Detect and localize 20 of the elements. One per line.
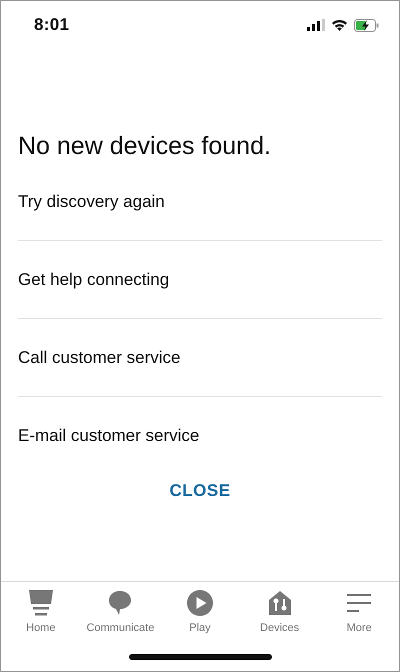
option-item[interactable]: Try discovery again — [18, 163, 382, 241]
tab-bar-item[interactable]: Home — [2, 589, 79, 643]
menu-icon — [346, 591, 372, 615]
home-icon — [28, 589, 54, 617]
close-button[interactable]: CLOSE — [161, 477, 239, 505]
status-time: 8:01 — [34, 15, 70, 35]
signal-icon — [307, 19, 325, 31]
speech-bubble-icon — [108, 590, 132, 616]
tab-bar-item[interactable]: Play — [162, 589, 238, 643]
page-heading: No new devices found. — [18, 132, 272, 161]
option-item[interactable]: Call customer service — [18, 319, 382, 397]
option-item[interactable]: Get help connecting — [18, 241, 382, 319]
tab-bar-item[interactable]: More — [321, 589, 398, 643]
play-icon — [186, 589, 214, 617]
battery-charging-icon — [354, 18, 379, 32]
tab-bar-item[interactable]: Devices — [242, 589, 318, 643]
tab-bar-item[interactable]: Communicate — [82, 589, 158, 643]
option-item[interactable]: E-mail customer service — [18, 397, 382, 475]
wifi-icon — [331, 19, 348, 31]
house-icon — [268, 590, 292, 616]
